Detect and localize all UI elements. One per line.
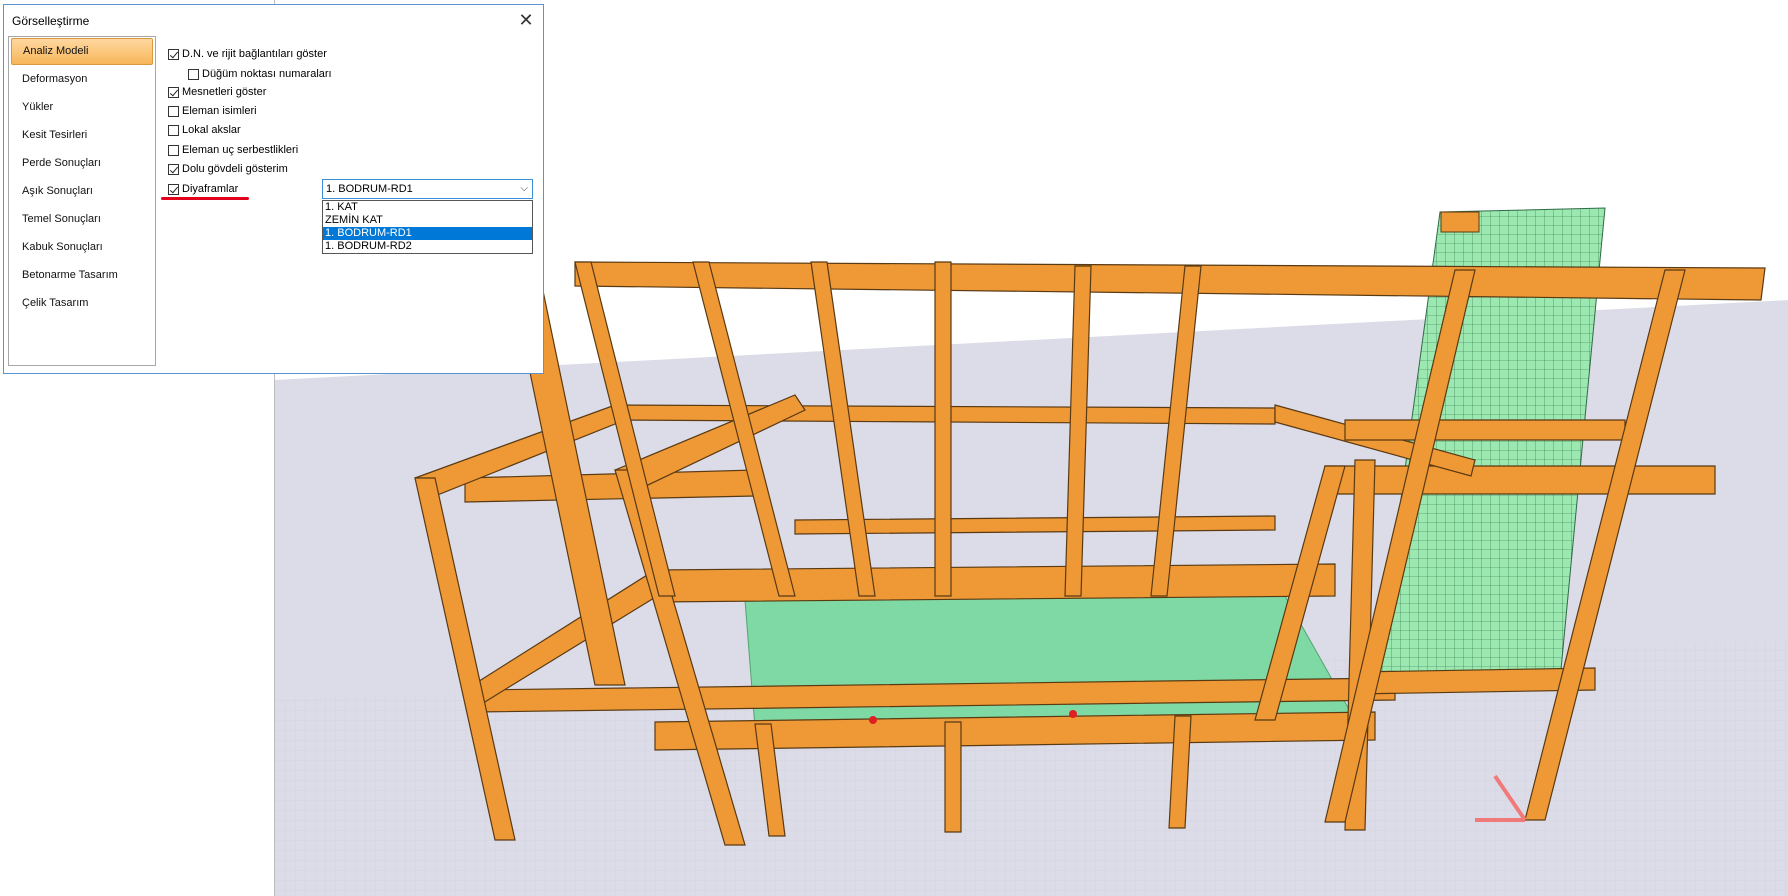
dropdown-option[interactable]: ZEMİN KAT [323, 214, 532, 227]
sidebar-item-celik-tasarim[interactable]: Çelik Tasarım [11, 290, 153, 317]
sidebar-item-temel-sonuclari[interactable]: Temel Sonuçları [11, 206, 153, 233]
beam [1344, 419, 1626, 441]
option-local-axes[interactable]: Lokal akslar [168, 124, 241, 136]
sidebar-item-analiz-modeli[interactable]: Analiz Modeli [11, 38, 153, 65]
column [944, 721, 962, 833]
checkbox[interactable] [168, 144, 179, 156]
sidebar-item-asik-sonuclari[interactable]: Aşık Sonuçları [11, 178, 153, 205]
option-show-rigid-links[interactable]: D.N. ve rijit bağlantıları göster [168, 48, 327, 60]
dropdown-option[interactable]: 1. BODRUM-RD2 [323, 240, 532, 253]
sidebar-item-kabuk-sonuclari[interactable]: Kabuk Sonuçları [11, 234, 153, 261]
checkbox[interactable] [168, 105, 179, 117]
beam [574, 261, 1766, 301]
chevron-down-icon[interactable]: ⌵ [520, 180, 528, 198]
sidebar-item-deformasyon[interactable]: Deformasyon [11, 66, 153, 93]
dialog-title: Görselleştirme [12, 14, 90, 28]
annotation-underline [161, 197, 249, 200]
option-show-supports[interactable]: Mesnetleri göster [168, 86, 266, 98]
checkbox[interactable] [168, 124, 179, 136]
checkbox[interactable] [168, 163, 179, 175]
support-marker [869, 716, 877, 724]
checkbox[interactable] [188, 68, 199, 80]
option-label: D.N. ve rijit bağlantıları göster [182, 48, 327, 60]
column [934, 261, 952, 597]
sidebar-item-perde-sonuclari[interactable]: Perde Sonuçları [11, 150, 153, 177]
checkbox[interactable] [168, 86, 179, 98]
diaphragm-select[interactable]: 1. BODRUM-RD1 ⌵ [322, 179, 533, 199]
option-label: Mesnetleri göster [182, 86, 267, 98]
option-label: Eleman isimleri [182, 105, 257, 117]
diaphragm-dropdown-list: 1. KAT ZEMİN KAT 1. BODRUM-RD1 1. BODRUM… [322, 200, 533, 254]
beam [1324, 465, 1716, 495]
option-diaphragms[interactable]: Diyaframlar [168, 183, 238, 195]
dropdown-option[interactable]: 1. KAT [323, 201, 532, 214]
support-marker [1069, 710, 1077, 718]
option-element-names[interactable]: Eleman isimleri [168, 105, 257, 117]
option-end-releases[interactable]: Eleman uç serbestlikleri [168, 144, 298, 156]
option-node-numbers[interactable]: Düğüm noktası numaraları [188, 68, 332, 80]
checkbox[interactable] [168, 48, 179, 60]
checkbox[interactable] [168, 183, 179, 195]
option-label: Eleman uç serbestlikleri [182, 144, 299, 156]
option-label: Dolu gövdeli gösterim [182, 163, 288, 175]
option-label: Diyaframlar [182, 183, 239, 195]
sidebar-item-yukler[interactable]: Yükler [11, 94, 153, 121]
category-sidebar: Analiz Modeli Deformasyon Yükler Kesit T… [8, 36, 156, 366]
beam [654, 563, 1336, 603]
option-label: Lokal akslar [182, 124, 241, 136]
option-label: Düğüm noktası numaraları [202, 68, 332, 80]
dropdown-option-selected[interactable]: 1. BODRUM-RD1 [323, 227, 532, 240]
select-value: 1. BODRUM-RD1 [326, 183, 413, 195]
option-solid-view[interactable]: Dolu gövdeli gösterim [168, 163, 288, 175]
sidebar-item-betonarme-tasarim[interactable]: Betonarme Tasarım [11, 262, 153, 289]
sidebar-item-kesit-tesirleri[interactable]: Kesit Tesirleri [11, 122, 153, 149]
close-icon[interactable]: ✕ [515, 9, 537, 31]
wall-cap [1440, 211, 1480, 233]
